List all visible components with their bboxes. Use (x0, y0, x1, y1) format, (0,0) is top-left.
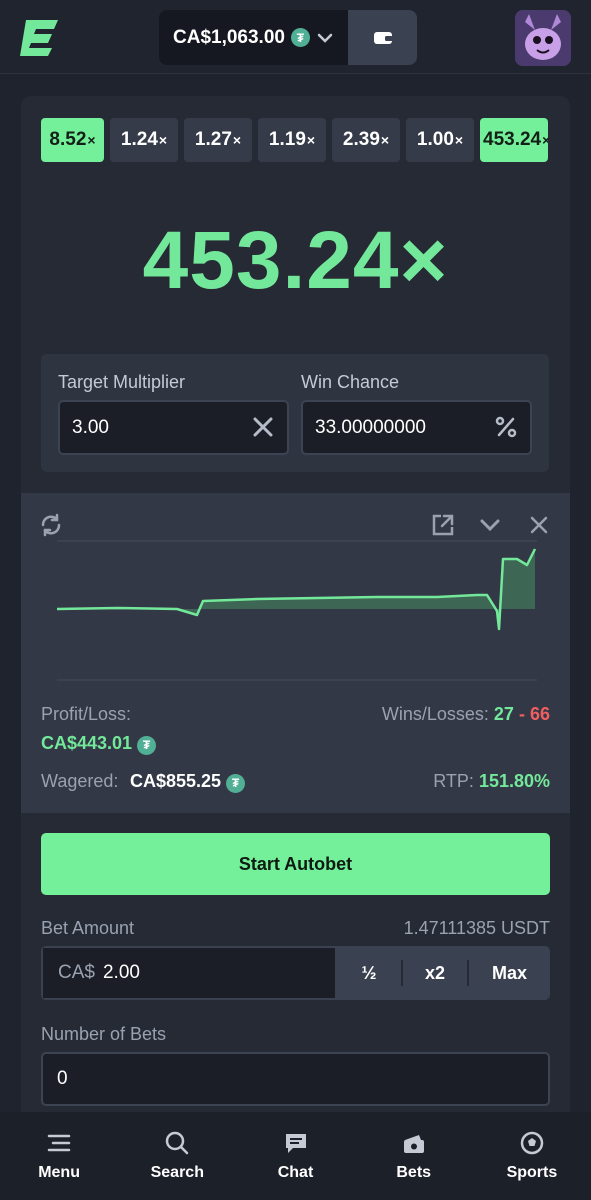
profit-area (57, 549, 535, 629)
target-multiplier-input[interactable]: 3.00 (58, 400, 289, 455)
balance-dropdown[interactable]: CA$1,063.00 ₮ (159, 10, 348, 65)
chat-icon (285, 1134, 306, 1153)
number-of-bets-label: Number of Bets (41, 1024, 167, 1044)
refresh-icon[interactable] (39, 513, 63, 537)
bet-parameters: Target Multiplier Win Chance 3.00 33.000… (41, 354, 549, 472)
target-multiplier-label: Target Multiplier (58, 372, 186, 392)
history-chip[interactable]: 453.24 × (480, 118, 548, 162)
clear-icon[interactable] (251, 415, 275, 439)
tether-icon: ₮ (290, 28, 310, 47)
chevron-down-icon (317, 33, 333, 43)
bet-amount-input[interactable]: CA$ 2.00 (41, 946, 337, 1000)
wallet-button[interactable] (348, 10, 417, 65)
history-chip[interactable]: 1.00 × (406, 118, 474, 162)
bet-amount-row: CA$ 2.00 ½ x2 Max (41, 946, 550, 1000)
losses-count: 66 (529, 704, 550, 724)
nav-sports[interactable]: Sports (473, 1112, 591, 1200)
chevron-down-icon[interactable] (478, 513, 502, 537)
nav-chat[interactable]: Chat (236, 1112, 354, 1200)
profit-line (57, 548, 537, 631)
percent-icon (495, 416, 517, 438)
win-chance-label: Win Chance (301, 372, 400, 392)
history-chip[interactable]: 2.39 × (332, 118, 400, 162)
win-chance-input[interactable]: 33.00000000 (301, 400, 532, 455)
history-chip[interactable]: 1.19 × (258, 118, 326, 162)
search-icon (166, 1131, 189, 1155)
nav-search[interactable]: Search (118, 1112, 236, 1200)
history-chip[interactable]: 1.24 × (110, 118, 178, 162)
top-bar: CA$1,063.00 ₮ (0, 0, 591, 74)
tether-icon: ₮ (137, 735, 157, 755)
start-autobet-button[interactable]: Start Autobet (41, 833, 550, 895)
profit-loss-label: Profit/Loss: (41, 704, 132, 724)
nav-menu[interactable]: Menu (0, 1112, 118, 1200)
number-of-bets-input[interactable]: 0 (41, 1052, 550, 1106)
history-chip[interactable]: 1.27 × (184, 118, 252, 162)
wins-count: 27 (493, 704, 514, 724)
bet-amount-label: Bet Amount (41, 918, 135, 938)
popout-icon[interactable] (431, 513, 455, 537)
bet-amount-usdt: 1.47111385 USDT (403, 918, 550, 938)
avatar[interactable] (515, 10, 571, 66)
game-panel: 8.52 × 1.24 × 1.27 × 1.19 × 2.39 × 1.00 × 453.… (21, 96, 570, 493)
history-chip[interactable]: 8.52 × (41, 118, 104, 162)
nav-bets[interactable]: Bets (355, 1112, 473, 1200)
menu-icon (47, 1134, 71, 1152)
bottom-nav: Menu Search Chat Bets Sports (0, 1112, 591, 1200)
balance-value: CA$1,063.00 (173, 26, 285, 48)
wallet-icon (373, 31, 393, 44)
half-button[interactable]: ½ (337, 946, 401, 1000)
live-stats-panel: Profit/Loss: CA$443.01 ₮ Wins/Losses: 27… (21, 493, 570, 813)
autobet-controls: Start Autobet Bet Amount 1.47111385 USDT… (21, 813, 570, 1113)
balance-selector: CA$1,063.00 ₮ (159, 10, 417, 65)
profit-loss-value: CA$443.01 ₮ (41, 733, 157, 755)
wagered-label: Wagered: (41, 771, 119, 791)
max-button[interactable]: Max (469, 946, 550, 1000)
soccer-ball-icon (520, 1131, 544, 1155)
bets-icon (403, 1135, 424, 1153)
logo[interactable] (18, 16, 62, 58)
result-multiplier: 453.24× (142, 215, 449, 306)
wagered-value: CA$855.25 ₮ (130, 771, 246, 793)
double-button[interactable]: x2 (403, 946, 467, 1000)
profit-chart (57, 540, 537, 681)
rtp-value: 151.80% (478, 771, 550, 791)
result-history: 8.52 × 1.24 × 1.27 × 1.19 × 2.39 × 1.00 × 453.… (41, 118, 548, 162)
close-icon[interactable] (527, 513, 551, 537)
wins-losses: Wins/Losses: 27 - 66 (381, 704, 550, 724)
tether-icon: ₮ (226, 773, 246, 793)
rtp: RTP: 151.80% (433, 771, 550, 791)
